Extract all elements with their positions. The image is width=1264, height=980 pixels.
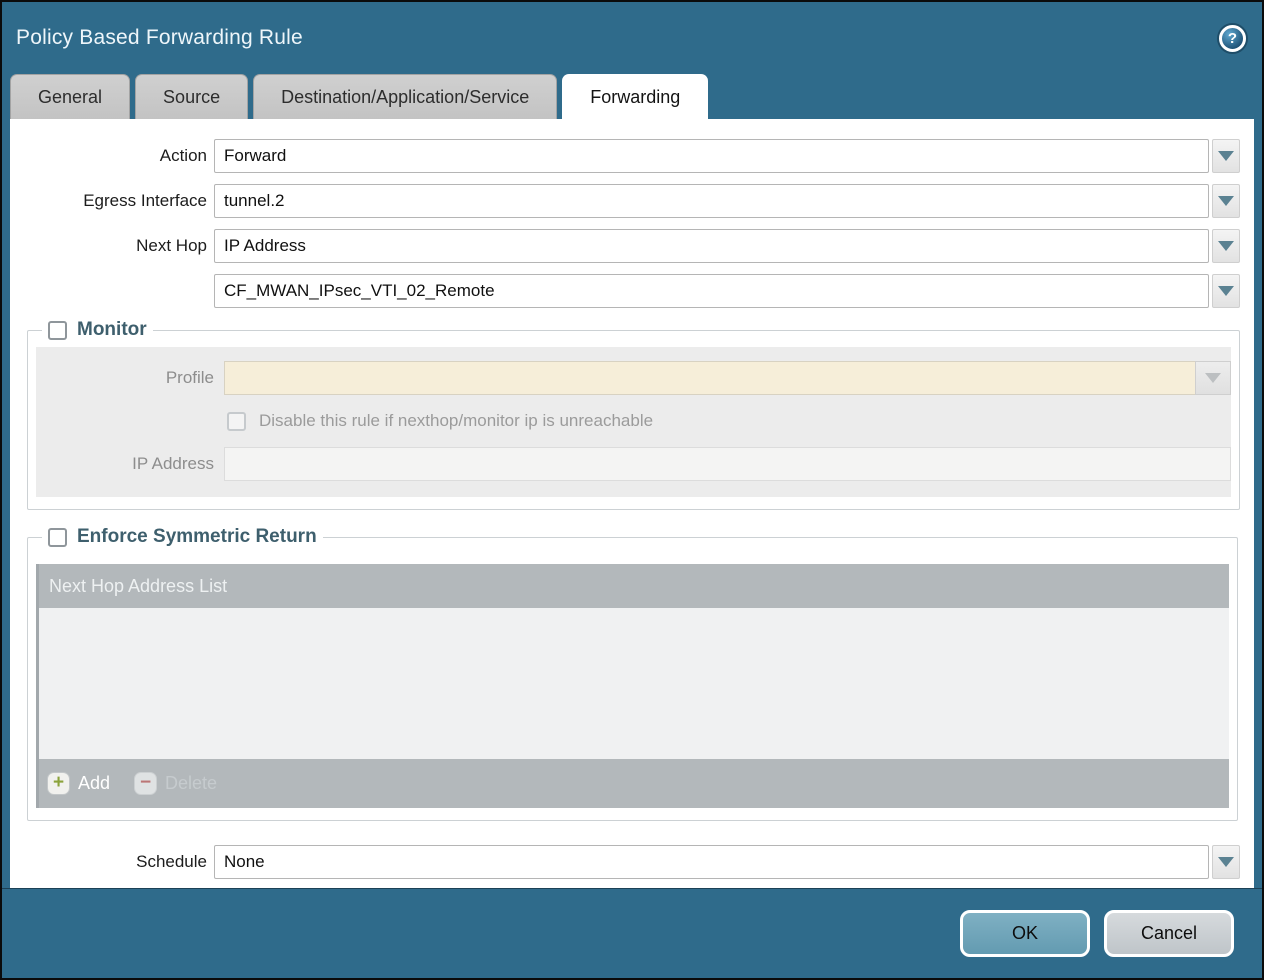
next-hop-select[interactable]: IP Address: [214, 229, 1209, 263]
monitor-checkbox[interactable]: [48, 321, 67, 340]
delete-icon: −: [134, 772, 157, 795]
dialog-title-bar: Policy Based Forwarding Rule ?: [2, 2, 1262, 74]
dialog-footer: OK Cancel: [2, 888, 1262, 978]
next-hop-address-select[interactable]: CF_MWAN_IPsec_VTI_02_Remote: [214, 274, 1209, 308]
schedule-row: Schedule None: [10, 845, 1254, 879]
delete-button-label: Delete: [165, 773, 217, 794]
chevron-down-icon: [1205, 373, 1221, 383]
next-hop-address-row: CF_MWAN_IPsec_VTI_02_Remote: [10, 274, 1254, 308]
enforce-symmetric-return-checkbox[interactable]: [48, 528, 67, 547]
tab-bar: General Source Destination/Application/S…: [2, 74, 1262, 119]
disable-rule-label: Disable this rule if nexthop/monitor ip …: [259, 411, 653, 431]
chevron-down-icon: [1218, 241, 1234, 251]
egress-interface-select[interactable]: tunnel.2: [214, 184, 1209, 218]
forwarding-tab-panel: Action Forward Egress Interface tunnel.2…: [10, 119, 1254, 888]
tab-destination-application-service[interactable]: Destination/Application/Service: [253, 74, 557, 119]
monitor-profile-combo: [224, 361, 1231, 395]
action-dropdown-button[interactable]: [1212, 139, 1240, 173]
monitor-legend: Monitor: [42, 319, 153, 341]
next-hop-label: Next Hop: [10, 236, 207, 256]
chevron-down-icon: [1218, 196, 1234, 206]
action-row: Action Forward: [10, 139, 1254, 173]
add-button[interactable]: + Add: [47, 772, 110, 795]
egress-interface-row: Egress Interface tunnel.2: [10, 184, 1254, 218]
egress-interface-label: Egress Interface: [10, 191, 207, 211]
monitor-profile-label: Profile: [36, 368, 214, 388]
enforce-symmetric-return-title: Enforce Symmetric Return: [77, 526, 317, 548]
next-hop-dropdown-button[interactable]: [1212, 229, 1240, 263]
schedule-label: Schedule: [10, 852, 207, 872]
dialog-title: Policy Based Forwarding Rule: [16, 26, 303, 50]
monitor-ip-address-input: [224, 447, 1231, 481]
chevron-down-icon: [1218, 286, 1234, 296]
monitor-profile-select: [224, 361, 1195, 395]
next-hop-address-list-table: Next Hop Address List + Add − Delete: [36, 564, 1229, 808]
help-icon[interactable]: ?: [1219, 25, 1246, 52]
tab-general[interactable]: General: [10, 74, 130, 119]
action-label: Action: [10, 146, 207, 166]
ok-button[interactable]: OK: [960, 910, 1090, 957]
delete-button: − Delete: [134, 772, 217, 795]
disable-rule-checkbox: [227, 412, 246, 431]
action-select[interactable]: Forward: [214, 139, 1209, 173]
schedule-select[interactable]: None: [214, 845, 1209, 879]
enforce-symmetric-return-group: Enforce Symmetric Return Next Hop Addres…: [27, 526, 1238, 821]
next-hop-address-list-toolbar: + Add − Delete: [39, 759, 1229, 808]
tab-source[interactable]: Source: [135, 74, 248, 119]
monitor-group: Monitor Profile Disable this rule if nex…: [27, 319, 1240, 510]
add-button-label: Add: [78, 773, 110, 794]
enforce-symmetric-return-legend: Enforce Symmetric Return: [42, 526, 323, 548]
egress-interface-dropdown-button[interactable]: [1212, 184, 1240, 218]
schedule-dropdown-button[interactable]: [1212, 845, 1240, 879]
cancel-button[interactable]: Cancel: [1104, 910, 1234, 957]
monitor-disable-rule-row: Disable this rule if nexthop/monitor ip …: [227, 411, 1231, 431]
monitor-profile-row: Profile: [36, 361, 1231, 395]
next-hop-row: Next Hop IP Address: [10, 229, 1254, 263]
monitor-profile-dropdown-button: [1195, 361, 1231, 395]
chevron-down-icon: [1218, 857, 1234, 867]
monitor-ip-address-label: IP Address: [36, 454, 214, 474]
next-hop-address-list-body[interactable]: [39, 608, 1229, 759]
chevron-down-icon: [1218, 151, 1234, 161]
tab-forwarding[interactable]: Forwarding: [562, 74, 708, 119]
policy-based-forwarding-rule-dialog: Policy Based Forwarding Rule ? General S…: [0, 0, 1264, 980]
monitor-ip-address-row: IP Address: [36, 447, 1231, 481]
monitor-title: Monitor: [77, 319, 147, 341]
add-icon: +: [47, 772, 70, 795]
next-hop-address-dropdown-button[interactable]: [1212, 274, 1240, 308]
monitor-panel: Profile Disable this rule if nexthop/mon…: [36, 347, 1231, 497]
next-hop-address-list-column-header[interactable]: Next Hop Address List: [39, 564, 1229, 608]
